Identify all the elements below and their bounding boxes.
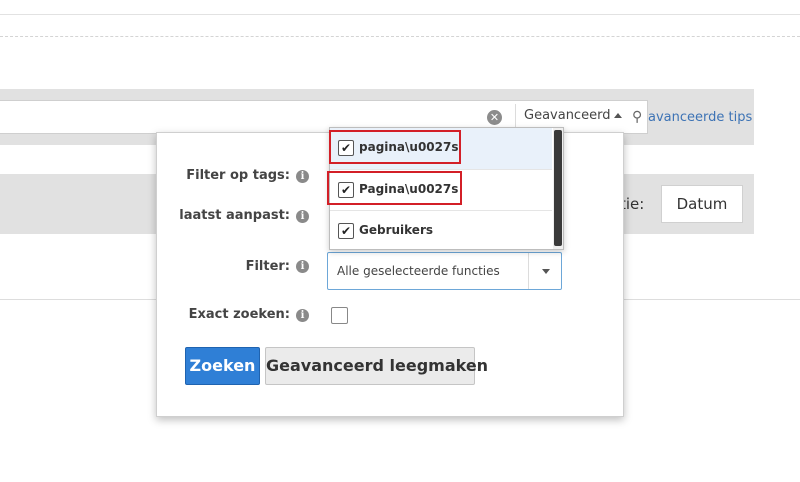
highlight-box [329, 130, 461, 164]
list-item[interactable]: ✔ Gebruikers [330, 210, 552, 249]
checkbox-checked-icon[interactable]: ✔ [338, 223, 354, 239]
advanced-toggle-button[interactable]: Geavanceerd [524, 108, 610, 123]
info-icon[interactable]: i [296, 260, 309, 273]
option-label: Gebruikers [359, 223, 434, 237]
clear-advanced-button[interactable]: Geavanceerd leegmaken [265, 347, 488, 385]
highlight-box [327, 171, 462, 205]
filter-tags-label: Filter op tags: [186, 168, 290, 183]
info-icon[interactable]: i [296, 309, 309, 322]
search-icon[interactable]: ⚲ [632, 109, 642, 125]
info-icon[interactable]: i [296, 170, 309, 183]
chevron-down-icon[interactable] [542, 269, 550, 274]
filter-select-value: Alle geselecteerde functies [337, 264, 500, 278]
info-icon[interactable]: i [296, 210, 309, 223]
clear-icon[interactable]: ✕ [487, 110, 502, 125]
dashed-divider [0, 36, 800, 37]
sort-datum-button[interactable]: Datum [661, 185, 743, 223]
exact-search-checkbox[interactable] [331, 307, 348, 324]
search-button[interactable]: Zoeken [185, 347, 260, 385]
caret-up-icon[interactable] [614, 113, 622, 118]
scrollbar-thumb[interactable] [554, 130, 562, 246]
top-divider [0, 14, 800, 15]
exact-search-label: Exact zoeken: [188, 307, 290, 322]
advanced-tips-link[interactable]: avanceerde tips [648, 110, 752, 125]
modified-label: laatst aanpast: [179, 208, 290, 223]
select-divider [528, 253, 529, 289]
filter-select[interactable]: Alle geselecteerde functies [327, 252, 562, 290]
filter-label: Filter: [245, 259, 290, 274]
